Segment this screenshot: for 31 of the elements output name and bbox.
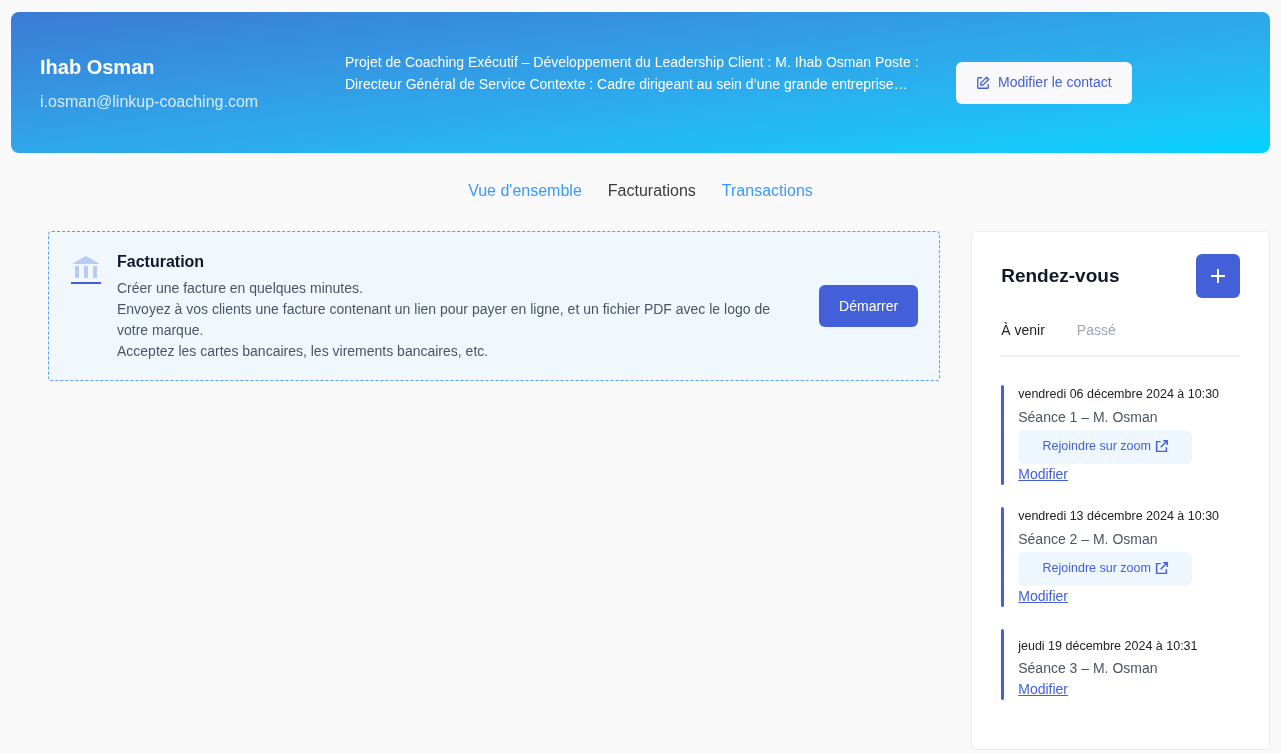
- billing-title: Facturation: [117, 252, 206, 272]
- appointment-date: vendredi 06 décembre 2024 à 10:30: [1018, 386, 1220, 403]
- billing-text: Acceptez les cartes bancaires, les virements bancaires, etc.: [117, 342, 490, 361]
- edit-link[interactable]: Modifier: [1018, 463, 1068, 485]
- billing-text: Envoyez à vos clients une facture contenant un lien pour payer en ligne, et un fichier PDF avec le logo de votre marque.: [117, 300, 771, 340]
- nav-tab[interactable]: Transactions: [721, 179, 813, 203]
- start-button[interactable]: Démarrer: [819, 285, 919, 327]
- contact-description: Projet de Coaching Exécutif – Développement du Leadership Client : M. Ihab Osman Poste : Directeur Général de Service Contexte : Cadre dirigeant au sein d’une grande entreprise…: [345, 52, 920, 94]
- appointment-title: Séance 2 – M. Osman: [1018, 529, 1159, 549]
- billing-text: Créer une facture en quelques minutes.: [117, 279, 364, 298]
- appointment-title: Séance 1 – M. Osman: [1018, 407, 1159, 427]
- external-link-icon: [1154, 562, 1168, 575]
- edit-contact-button[interactable]: Modifier le contact: [956, 61, 1132, 104]
- appointment-date: vendredi 13 décembre 2024 à 10:30: [1018, 507, 1220, 525]
- appointment-date: jeudi 19 décembre 2024 à 10:31: [1018, 637, 1198, 655]
- join-zoom-button[interactable]: Rejoindre sur zoom: [1018, 429, 1193, 464]
- appointment-tab[interactable]: À venir: [1001, 320, 1045, 341]
- nav-tab[interactable]: Facturations: [607, 179, 696, 203]
- appointments-title: Rendez-vous: [1001, 263, 1120, 288]
- add-button[interactable]: [1196, 254, 1240, 298]
- contact-email: i.osman@linkup-coaching.com: [40, 91, 260, 112]
- bank-icon: [70, 254, 102, 286]
- nav-tab[interactable]: Vue d'ensemble: [468, 179, 582, 203]
- external-link-icon: [1154, 440, 1168, 454]
- edit-link[interactable]: Modifier: [1018, 679, 1068, 701]
- edit-link[interactable]: Modifier: [1018, 585, 1068, 607]
- contact-name: Ihab Osman: [40, 54, 156, 80]
- plus-icon: [1210, 268, 1226, 284]
- join-zoom-button[interactable]: Rejoindre sur zoom: [1018, 551, 1193, 586]
- edit-icon: [976, 75, 990, 90]
- appointment-title: Séance 3 – M. Osman: [1018, 659, 1159, 679]
